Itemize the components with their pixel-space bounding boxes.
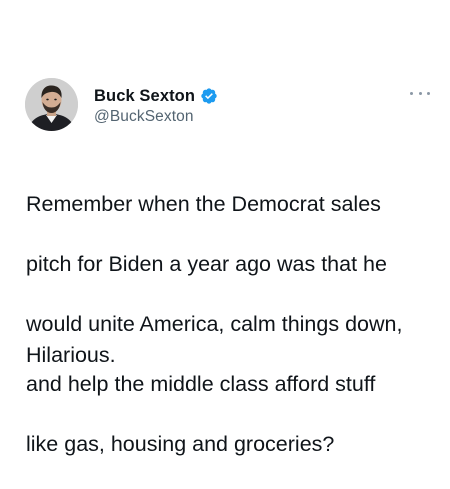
author-name-row: Buck Sexton bbox=[94, 86, 218, 106]
verified-badge-icon bbox=[200, 87, 218, 105]
tweet-line: Remember when the Democrat sales bbox=[26, 192, 381, 216]
tweet-body: Remember when the Democrat sales pitch f… bbox=[26, 159, 436, 489]
more-dots-icon[interactable] bbox=[410, 86, 430, 100]
tweet-card: Buck Sexton @BuckSexton Remember when th… bbox=[0, 0, 450, 456]
dot bbox=[427, 91, 430, 95]
tweet-line: pitch for Biden a year ago was that he bbox=[26, 252, 387, 276]
author-display-name[interactable]: Buck Sexton bbox=[94, 87, 195, 106]
dot bbox=[418, 91, 422, 95]
author-handle[interactable]: @BuckSexton bbox=[94, 108, 194, 126]
tweet-line: would unite America, calm things down, bbox=[26, 312, 403, 336]
avatar[interactable] bbox=[25, 78, 78, 131]
tweet-line: and help the middle class afford stuff bbox=[26, 372, 376, 396]
avatar-image bbox=[25, 78, 78, 131]
tweet-line: like gas, housing and groceries? bbox=[26, 432, 335, 456]
tweet-closing-line: Hilarious. bbox=[26, 343, 116, 367]
dot bbox=[410, 91, 413, 95]
